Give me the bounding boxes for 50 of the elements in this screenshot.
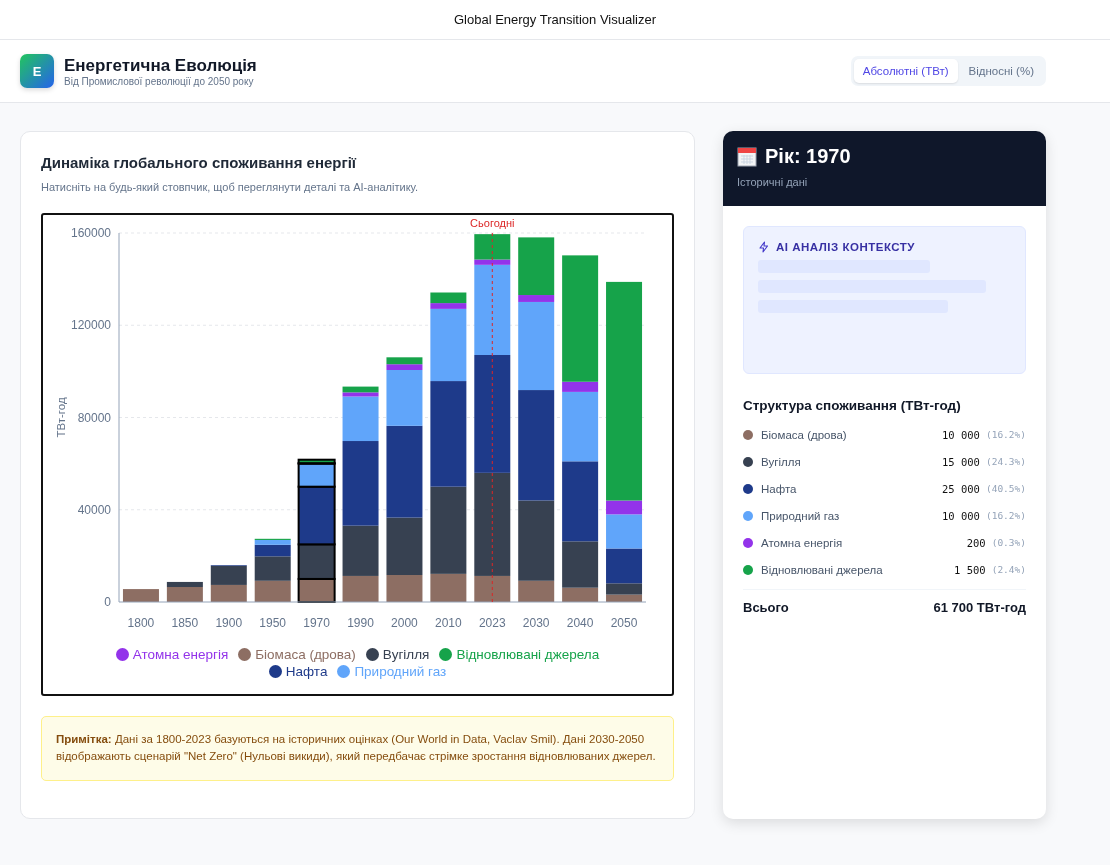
x-tick-label: 2023: [478, 616, 506, 630]
note-text: Примітка: Дані за 1800-2023 базуються на історичних оцінках (Our World in Data, Vaclav Smil). Дані 2030-2050 відображають сценарій "Net Zero" (Нульові викиди), який передбачає стрімке зростання відновлюваних джерел.: [41, 716, 674, 781]
x-tick-label: 2050: [610, 616, 638, 630]
source-value: 10 000: [942, 428, 980, 441]
source-share: (24.3%): [985, 456, 1026, 467]
window-title: Global Energy Transition Visualizer: [453, 12, 657, 27]
x-tick-label: 1970: [303, 616, 330, 630]
x-tick-label: 1950: [259, 616, 287, 630]
year-title: Рік: 1970: [765, 145, 851, 168]
app-title: Енергетична Еволюція: [64, 55, 257, 76]
y-tick-label: 40000: [77, 502, 111, 517]
chart-title: Динаміка глобального споживання енергії: [41, 154, 358, 171]
year-subtitle: Історичні дані: [737, 176, 809, 188]
source-name: Нафта: [761, 482, 798, 495]
y-tick-label: 120000: [70, 318, 111, 333]
y-axis-title: ТВт-год: [55, 397, 67, 438]
x-tick-label: 1900: [215, 616, 243, 630]
app-logo: E: [20, 54, 54, 88]
source-value: 25 000: [942, 482, 980, 495]
x-tick-label: 1800: [127, 616, 155, 630]
y-tick-label: 80000: [77, 410, 111, 425]
x-tick-label: 2010: [435, 616, 462, 630]
x-tick-label: 1990: [347, 616, 374, 630]
source-name: Природний газ: [761, 509, 841, 522]
total-label: Всього: [743, 600, 789, 615]
chart-subtitle: Натисніть на будь-який стовпчик, щоб переглянути деталі та AI-аналітику.: [41, 181, 420, 193]
y-tick-label: 160000: [70, 226, 111, 240]
total-value: 61 700 ТВт-год: [933, 600, 1026, 615]
source-share: (16.2%): [985, 429, 1026, 440]
source-name: Вугілля: [761, 455, 802, 468]
source-share: (2.4%): [991, 564, 1026, 575]
source-name: Біомаса (дрова): [761, 428, 848, 441]
x-tick-label: 2030: [522, 616, 550, 630]
ai-analysis-title: AI АНАЛІЗ КОНТЕКСТУ: [776, 241, 915, 253]
source-value: 10 000: [942, 509, 980, 522]
source-share: (0.3%): [991, 537, 1026, 548]
source-name: Відновлювані джерела: [761, 563, 884, 576]
x-tick-label: 1850: [171, 616, 199, 630]
y-tick-label: 0: [104, 595, 111, 609]
x-tick-label: 2040: [566, 616, 594, 630]
source-share: (16.2%): [985, 510, 1026, 521]
today-label: Сьогодні: [470, 217, 515, 229]
source-value: 15 000: [942, 455, 980, 468]
source-share: (40.5%): [985, 483, 1026, 494]
source-value: 200: [966, 536, 986, 549]
structure-title: Структура споживання (ТВт-год): [743, 398, 962, 413]
source-name: Атомна енергія: [761, 536, 844, 549]
x-tick-label: 2000: [391, 616, 418, 630]
app-subtitle: Від Промислової революції до 2050 року: [64, 75, 255, 87]
source-value: 1 500: [954, 563, 986, 576]
